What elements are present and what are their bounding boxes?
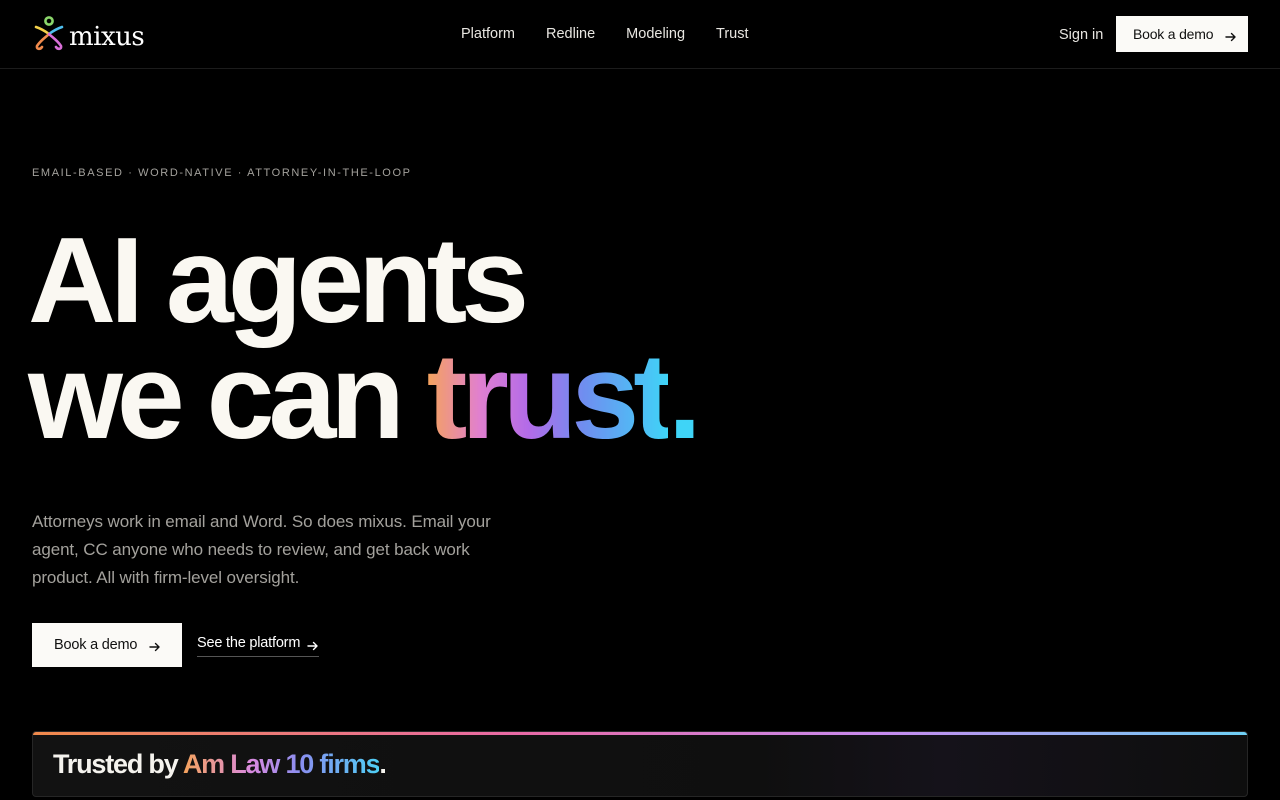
mixus-logo-icon [32,16,66,57]
brand-logo[interactable]: mixus [32,16,145,57]
see-platform-link[interactable]: See the platform [197,634,320,657]
nav-item-platform[interactable]: Platform [461,25,515,43]
site-header: mixus Platform Redline Modeling Trust Si… [0,0,1280,69]
nav-item-redline[interactable]: Redline [546,25,595,43]
hero-subtitle: Attorneys work in email and Word. So doe… [32,512,491,587]
trusted-by-banner: Trusted by Am Law 10 firms. [32,731,1248,797]
hero-book-demo-button[interactable]: Book a demo [32,623,182,667]
hero-book-demo-label: Book a demo [54,637,138,653]
header-book-demo-label: Book a demo [1133,26,1214,42]
hero-title-highlight: trust [426,328,674,464]
hero-title-period: . [667,328,702,464]
arrow-right-icon [149,640,161,652]
arrow-right-icon [307,638,319,651]
see-platform-label: See the platform [197,635,301,651]
hero-title: AI agents we can trust. [28,212,702,457]
arrow-right-icon [1225,29,1237,42]
trusted-by-heading: Trusted by Am Law 10 firms. [53,748,387,780]
header-book-demo-button[interactable]: Book a demo [1116,16,1248,52]
brand-name: mixus [69,21,145,52]
trusted-by-highlight: Am Law 10 firms [182,749,381,779]
hero-title-line-2: we can trust. [28,335,702,457]
hero-eyebrow: EMAIL-BASED · WORD-NATIVE · ATTORNEY-IN-… [32,167,412,179]
nav-item-modeling[interactable]: Modeling [626,25,685,43]
hero-title-prefix: we can [28,328,405,464]
nav-item-trust[interactable]: Trust [716,25,749,43]
hero-title-line-1: AI agents [28,212,529,348]
trusted-by-period: . [379,749,387,779]
main-nav: Platform Redline Modeling Trust [461,25,780,43]
trusted-by-prefix: Trusted by [53,749,179,779]
sign-in-link[interactable]: Sign in [1059,26,1103,44]
